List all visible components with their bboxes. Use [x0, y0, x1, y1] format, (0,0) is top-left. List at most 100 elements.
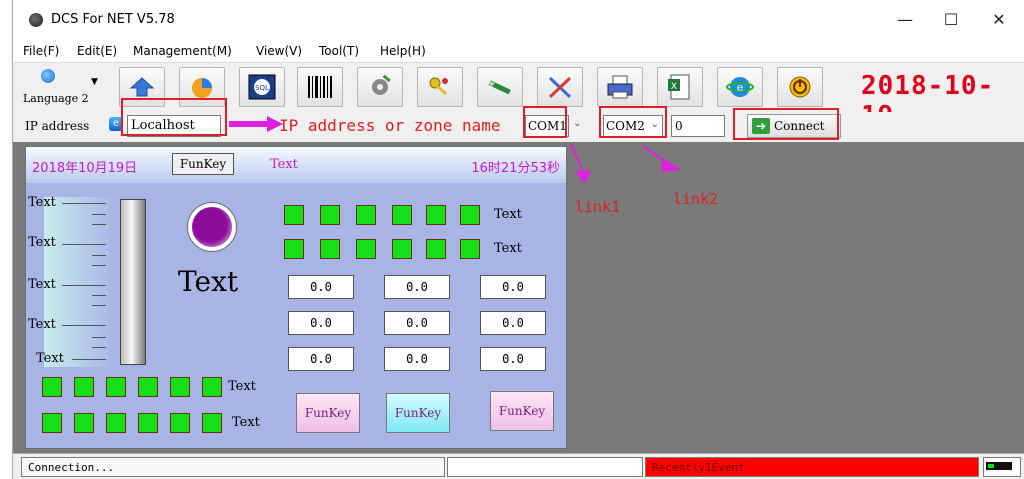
recent-event-status: Recently1Event [645, 457, 979, 477]
monitor-panel: 2018年10月19日 FunKey Text 16时21分53秒 Text T… [25, 146, 567, 449]
funkey-button-3[interactable]: FunKey [490, 391, 554, 431]
gauge-label: Text [28, 277, 56, 292]
status-indicator [42, 413, 62, 433]
key-icon [429, 77, 448, 96]
ip-highlight-box [121, 98, 227, 136]
signal-indicator [983, 457, 1021, 477]
svg-text:X: X [671, 82, 677, 92]
window-title: DCS For NET V5.78 [51, 12, 175, 27]
gauge-label: Text [28, 195, 56, 210]
status-indicator [460, 205, 480, 225]
browser-button[interactable]: e [717, 67, 763, 107]
status-indicator [42, 377, 62, 397]
ip-address-label: IP address [25, 119, 90, 133]
key-button[interactable] [417, 67, 463, 107]
status-indicator [284, 239, 304, 259]
status-indicator [392, 205, 412, 225]
status-indicator [202, 377, 222, 397]
barcode-icon [308, 76, 332, 98]
com1-dropdown-arrow-icon[interactable]: ⌄ [573, 118, 581, 129]
status-bar: Connection... Recently1Event [13, 453, 1024, 479]
tools-button[interactable] [537, 67, 583, 107]
status-indicator [106, 413, 126, 433]
status-indicator [460, 239, 480, 259]
pen-icon [488, 80, 511, 95]
menu-help[interactable]: Help(H) [380, 44, 426, 58]
tools-icon [548, 76, 572, 99]
dropdown-arrow-icon: ▼ [91, 77, 98, 87]
browser-icon: e [726, 77, 754, 97]
panel-date: 2018年10月19日 [32, 161, 138, 176]
status-indicator [392, 239, 412, 259]
title-bar: DCS For NET V5.78 — ☐ ✕ [13, 0, 1024, 40]
port-input[interactable]: 0 [671, 115, 725, 137]
excel-icon: X [668, 74, 690, 100]
status-indicator [426, 205, 446, 225]
header-funkey-button[interactable]: FunKey [172, 153, 234, 175]
com1-highlight-box [523, 106, 567, 138]
menu-bar: File(F) Edit(E) Management(M) View(V) To… [13, 40, 1024, 62]
status-indicator [320, 205, 340, 225]
status-indicator [74, 413, 94, 433]
bottom-row-label: Text [228, 379, 256, 394]
minimize-button[interactable]: — [885, 8, 925, 32]
language-selector[interactable]: ▼ Language 2 [21, 67, 111, 109]
value-display[interactable]: 0.0 [288, 275, 354, 299]
status-indicator [170, 413, 190, 433]
status-indicator [356, 239, 376, 259]
link1-arrow-icon [570, 143, 591, 184]
excel-button[interactable]: X [657, 67, 703, 107]
menu-tool[interactable]: Tool(T) [319, 44, 359, 58]
workspace-area: 2018年10月19日 FunKey Text 16时21分53秒 Text T… [13, 142, 1024, 453]
bottom-row-label: Text [232, 415, 260, 430]
connection-status: Connection... [21, 457, 445, 477]
status-indicator [138, 413, 158, 433]
barcode-button[interactable] [297, 67, 343, 107]
maximize-button[interactable]: ☐ [931, 8, 971, 32]
app-window: DCS For NET V5.78 — ☐ ✕ File(F) Edit(E) … [12, 0, 1024, 479]
ip-annotation-text: IP address or zone name [279, 116, 501, 135]
sql-button[interactable]: SQL [239, 67, 285, 107]
sql-icon: SQL [248, 74, 276, 100]
menu-view[interactable]: View(V) [256, 44, 302, 58]
close-button[interactable]: ✕ [979, 8, 1019, 32]
gauge-bar [120, 199, 146, 365]
value-display[interactable]: 0.0 [384, 311, 450, 335]
value-display[interactable]: 0.0 [288, 311, 354, 335]
big-text-label: Text [178, 265, 239, 298]
connect-highlight-box [733, 108, 839, 140]
status-field [447, 457, 643, 477]
menu-management[interactable]: Management(M) [133, 44, 232, 58]
exit-button[interactable] [777, 67, 823, 107]
value-display[interactable]: 0.0 [480, 347, 546, 371]
print-button[interactable] [597, 67, 643, 107]
value-display[interactable]: 0.0 [384, 347, 450, 371]
settings-button[interactable] [357, 67, 403, 107]
funkey-button-1[interactable]: FunKey [296, 393, 360, 433]
address-bar: IP address e Localhost IP address or zon… [13, 98, 1024, 142]
menu-edit[interactable]: Edit(E) [77, 44, 117, 58]
annotation-arrow-icon [229, 116, 283, 132]
status-indicator [426, 239, 446, 259]
value-display[interactable]: 0.0 [384, 275, 450, 299]
indicator-lamp [188, 203, 236, 251]
pen-button[interactable] [477, 67, 523, 107]
gauge-label: Text [36, 351, 64, 366]
status-indicator [106, 377, 126, 397]
status-indicator [202, 413, 222, 433]
link2-arrow-icon [642, 145, 681, 172]
com2-highlight-box [599, 106, 667, 138]
gauge-label: Text [28, 317, 56, 332]
status-indicator [74, 377, 94, 397]
status-indicator [356, 205, 376, 225]
settings-icon [372, 74, 391, 95]
value-display[interactable]: 0.0 [480, 275, 546, 299]
value-display[interactable]: 0.0 [480, 311, 546, 335]
funkey-button-2[interactable]: FunKey [386, 393, 450, 433]
signal-icon [986, 462, 1012, 470]
status-indicator [320, 239, 340, 259]
menu-file[interactable]: File(F) [23, 44, 59, 58]
panel-header: 2018年10月19日 FunKey Text 16时21分53秒 [26, 147, 566, 183]
value-display[interactable]: 0.0 [288, 347, 354, 371]
status-indicator [284, 205, 304, 225]
